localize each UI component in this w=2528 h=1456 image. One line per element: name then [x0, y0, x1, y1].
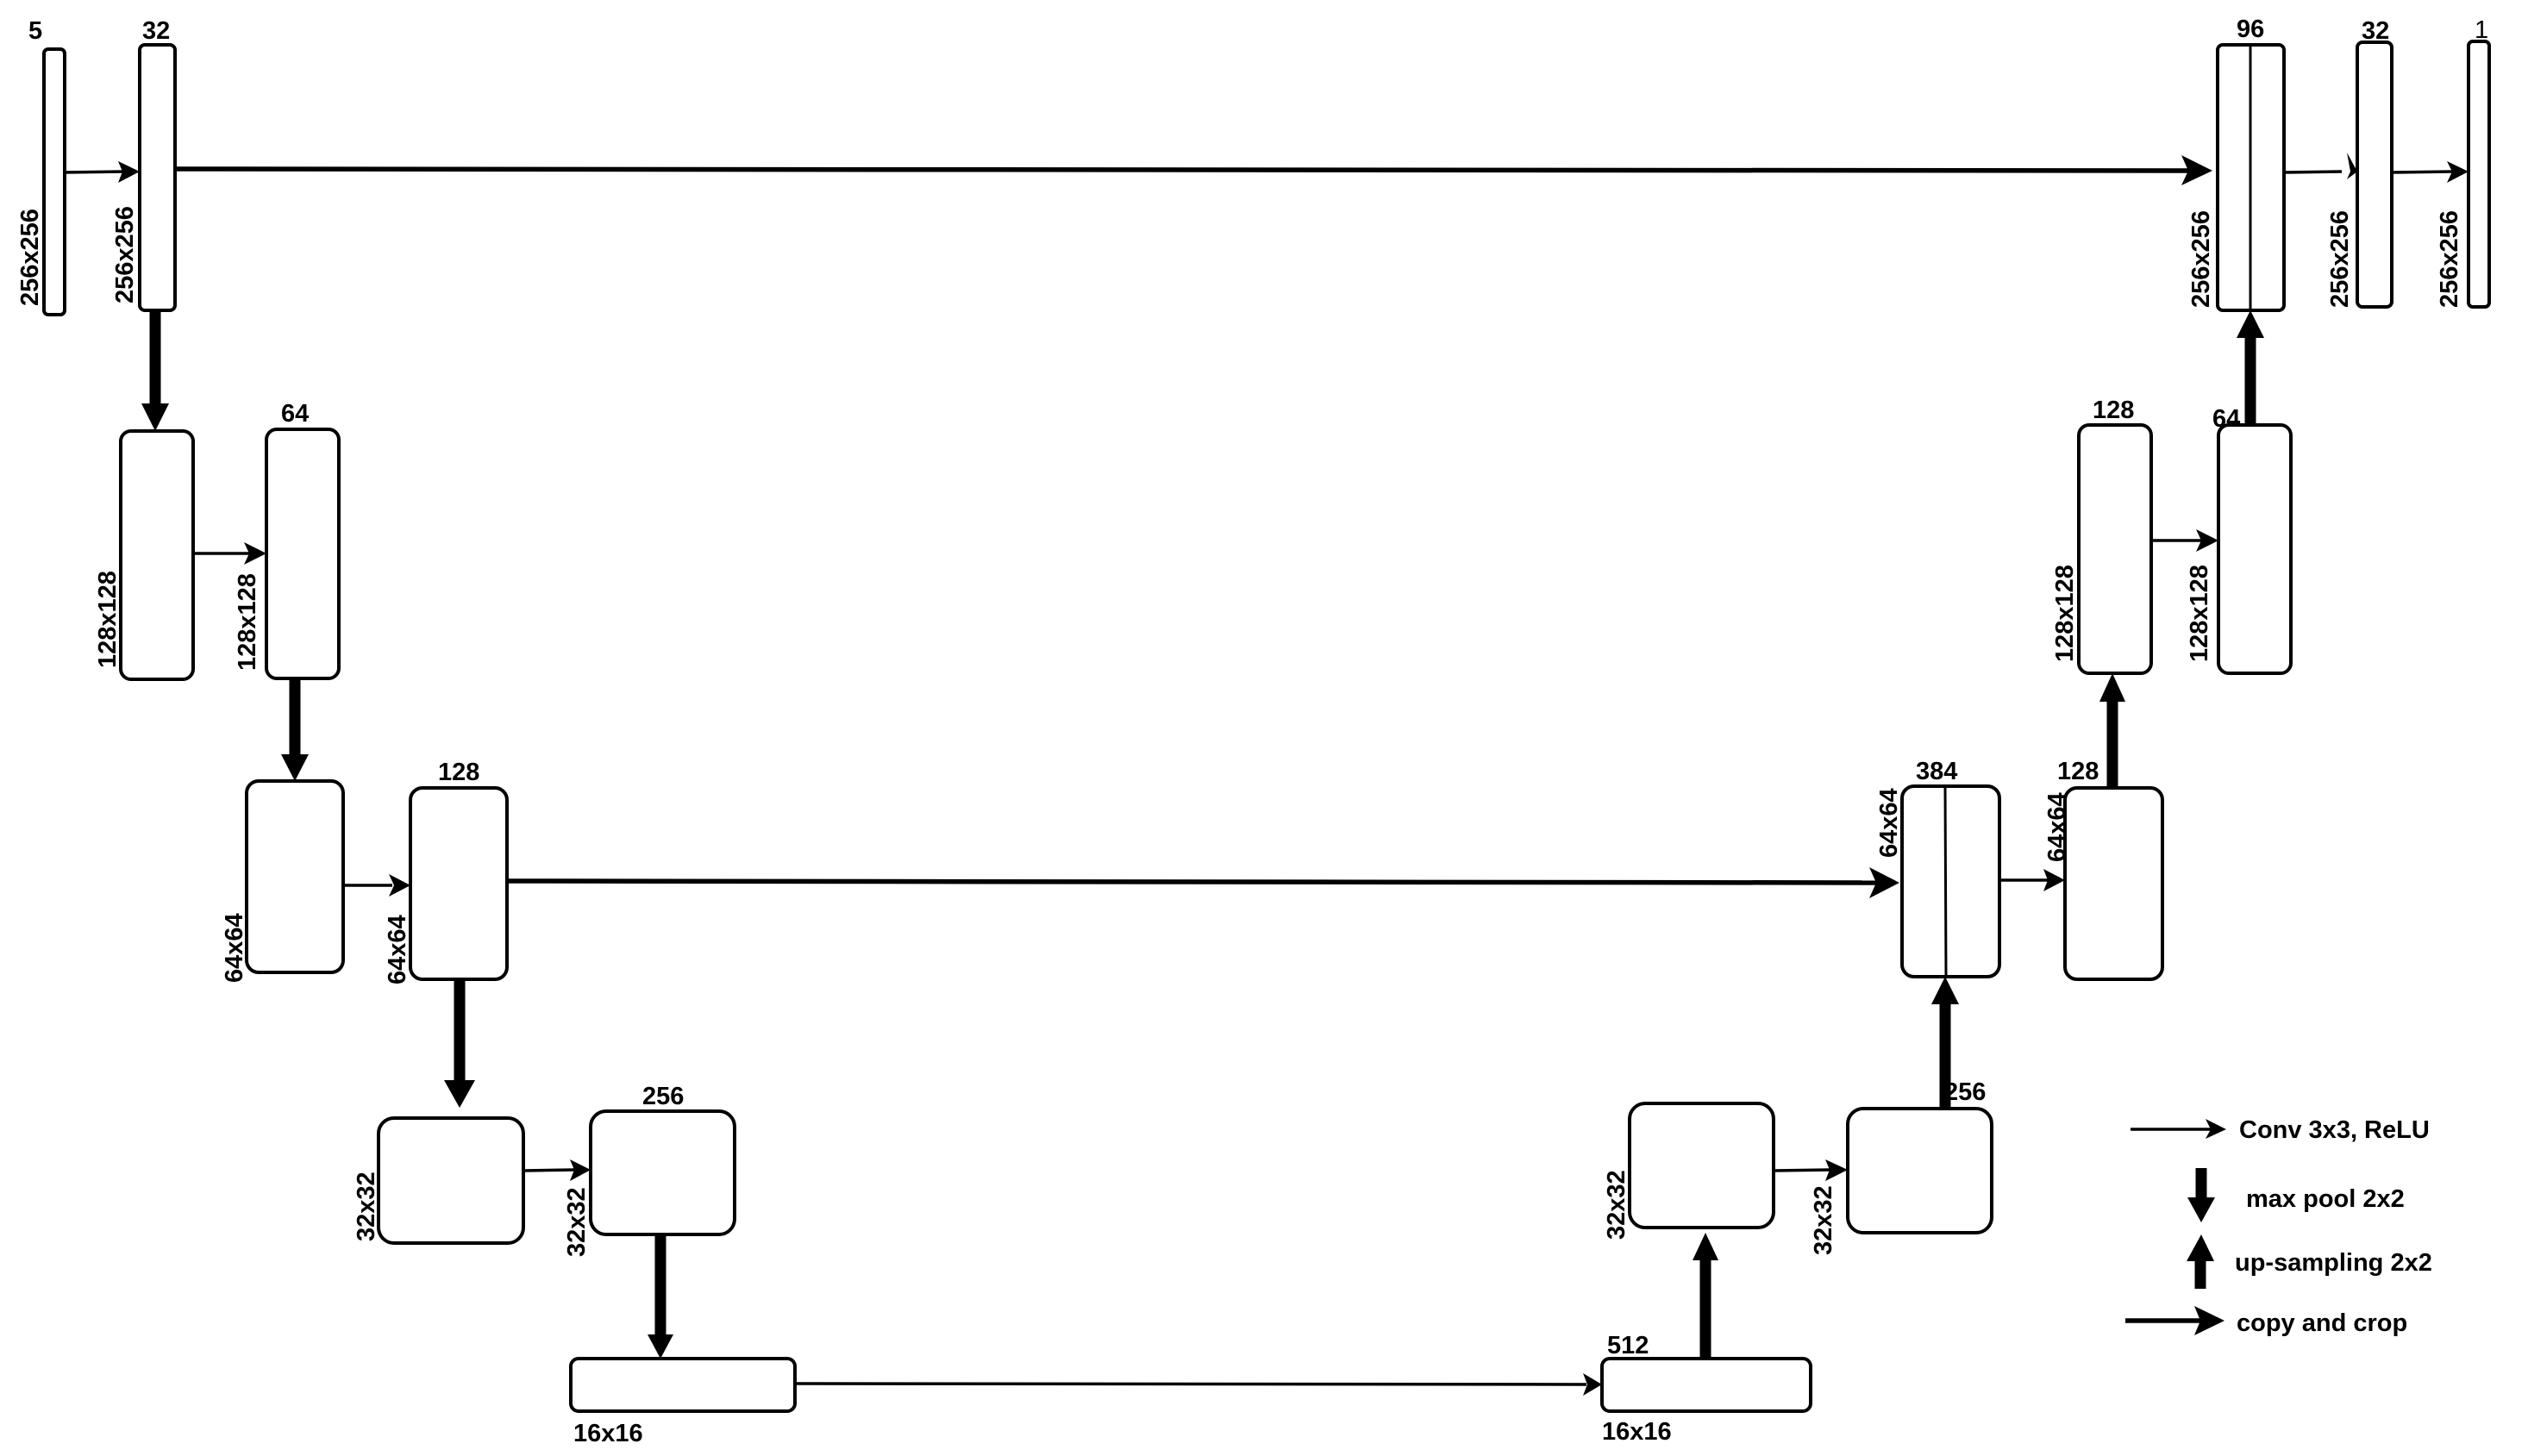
- legend-item-up-sampling: up-sampling 2x2: [2187, 1234, 2432, 1289]
- arrow-head: [1931, 977, 1959, 1004]
- block-dec2-in: [2077, 423, 2153, 675]
- legend-label: copy and crop: [2237, 1309, 2407, 1337]
- size-label: 16x16: [573, 1420, 643, 1447]
- legend-label: max pool 2x2: [2246, 1185, 2405, 1213]
- legend: Conv 3x3, ReLU max pool 2x2 up-sampling …: [2125, 1116, 2432, 1337]
- size-label: 256x256: [111, 206, 139, 303]
- channels-label: 128: [438, 759, 479, 786]
- arrow-head: [444, 1080, 475, 1108]
- conv-arrow: [1773, 1168, 1830, 1172]
- legend-item-max-pool: max pool 2x2: [2187, 1168, 2405, 1222]
- block-enc4-out: [589, 1109, 736, 1236]
- block-enc3-out: [409, 786, 509, 981]
- channels-label: 128: [2093, 397, 2134, 424]
- arrow-head: [141, 403, 169, 431]
- block-dec3-out: [2063, 786, 2164, 981]
- size-label: 128x128: [2051, 565, 2079, 662]
- arrow-head: [2237, 310, 2264, 338]
- size-label: 256x256: [2187, 210, 2215, 308]
- size-label: 64x64: [384, 915, 411, 984]
- concat-divider: [1943, 785, 1948, 978]
- channels-label: 512: [1607, 1332, 1649, 1359]
- unet-diagram: 5 256x256 32 256x256 128x128 64 128x128 …: [16, 16, 2491, 1447]
- size-label: 256x256: [16, 209, 44, 306]
- arrow-head: [281, 754, 309, 781]
- channels-label: 64: [2212, 405, 2240, 433]
- copy-crop-arrow: [174, 166, 2195, 173]
- size-label: 64x64: [221, 913, 248, 983]
- size-label: 64x64: [2043, 792, 2071, 862]
- block-enc1-out: [138, 43, 177, 312]
- block-enc4-in: [377, 1116, 525, 1245]
- channels-label: 384: [1916, 758, 1957, 785]
- arrow-head: [2187, 1234, 2214, 1261]
- size-label: 32x32: [1603, 1170, 1630, 1240]
- arrow-head: [1693, 1233, 1718, 1260]
- copy-crop-arrow: [506, 878, 1882, 885]
- channels-label: 64: [281, 400, 309, 428]
- size-label: 32x32: [563, 1187, 591, 1257]
- legend-item-conv: Conv 3x3, ReLU: [2131, 1116, 2430, 1144]
- block-enc3-in: [245, 779, 345, 974]
- arrow-head: [2099, 673, 2125, 702]
- block-bottleneck-in: [569, 1357, 797, 1413]
- size-label: 64x64: [1875, 788, 1903, 858]
- channels-label: 256: [642, 1083, 684, 1110]
- block-dec1-out: [2356, 41, 2393, 309]
- size-label: 32x32: [1810, 1185, 1837, 1255]
- channels-label: 96: [2237, 16, 2264, 43]
- arrow-head: [2187, 1197, 2215, 1222]
- block-dec2-out: [2217, 423, 2293, 675]
- block-dec3-concat: [1900, 784, 2001, 978]
- channels-label: 128: [2057, 758, 2099, 785]
- channels-label: 1: [2475, 16, 2488, 44]
- size-label: 128x128: [94, 571, 122, 668]
- size-label: 128x128: [2186, 565, 2213, 662]
- block-output: [2467, 40, 2491, 309]
- size-label: 128x128: [234, 573, 261, 671]
- channels-label: 5: [28, 17, 42, 45]
- block-bottleneck-out: [1600, 1357, 1812, 1413]
- block-enc2-in: [119, 429, 195, 681]
- block-dec4-out: [1846, 1107, 1993, 1234]
- size-label: 256x256: [2326, 210, 2354, 308]
- size-label: 32x32: [353, 1172, 380, 1241]
- block-enc1-in: [42, 47, 66, 316]
- channels-label: 32: [142, 17, 170, 45]
- legend-label: Conv 3x3, ReLU: [2239, 1116, 2430, 1144]
- arrow-head: [648, 1334, 673, 1359]
- size-label: 16x16: [1602, 1418, 1672, 1446]
- channels-label: 32: [2362, 17, 2389, 45]
- block-enc2-out: [265, 428, 341, 680]
- conv-arrow: [522, 1168, 575, 1172]
- size-label: 256x256: [2436, 210, 2463, 308]
- legend-item-copy-crop: copy and crop: [2125, 1306, 2407, 1337]
- legend-label: up-sampling 2x2: [2235, 1249, 2432, 1277]
- block-dec4-in: [1628, 1102, 1775, 1229]
